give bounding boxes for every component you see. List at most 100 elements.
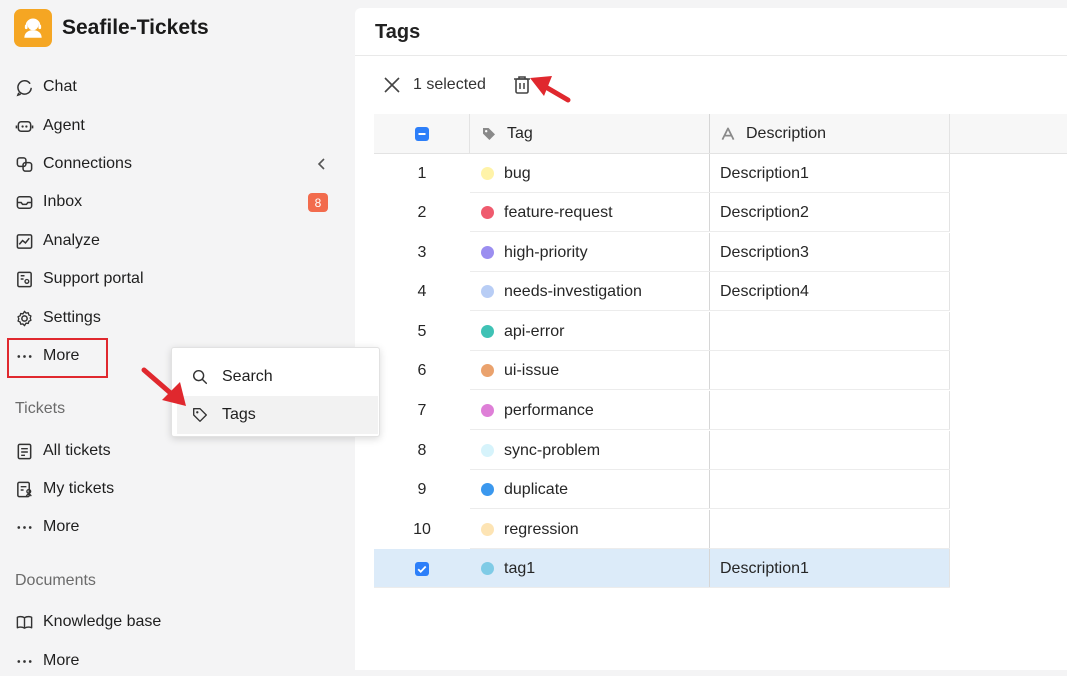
table-row[interactable]: 6 ui-issue <box>374 351 1067 390</box>
table-row[interactable]: 7 performance <box>374 391 1067 430</box>
sidebar-item-support-portal[interactable]: Support portal <box>14 264 334 294</box>
tag-name: sync-problem <box>504 441 601 459</box>
tag-cell[interactable]: duplicate <box>470 470 710 509</box>
selection-toolbar: 1 selected <box>383 72 530 98</box>
table-row-selected[interactable]: tag1 Description1 <box>374 549 950 588</box>
description-cell[interactable] <box>710 312 950 351</box>
tag-name: needs-investigation <box>504 282 642 300</box>
select-all-cell[interactable] <box>374 114 470 154</box>
table-row[interactable]: 5 api-error <box>374 312 1067 351</box>
tag-color-dot <box>481 364 494 377</box>
tag-color-dot <box>481 325 494 338</box>
sidebar-item-label: Analyze <box>43 232 100 249</box>
tag-color-dot <box>481 444 494 457</box>
text-type-icon <box>720 126 737 143</box>
row-index: 10 <box>413 520 431 538</box>
row-index: 1 <box>417 164 427 182</box>
section-label-documents: Documents <box>15 572 96 589</box>
row-index: 9 <box>417 480 427 498</box>
tag-color-dot <box>481 206 494 219</box>
sidebar-item-label: Settings <box>43 309 101 326</box>
close-icon[interactable] <box>383 76 401 94</box>
tag-name: feature-request <box>504 203 613 221</box>
sidebar-item-chat[interactable]: Chat <box>14 72 334 102</box>
sidebar-item-all-tickets[interactable]: All tickets <box>14 436 334 466</box>
description-cell[interactable] <box>710 470 950 509</box>
description-cell[interactable]: Description1 <box>710 549 950 588</box>
tag-cell[interactable]: regression <box>470 510 710 549</box>
tag-name: tag1 <box>504 559 536 577</box>
description-cell[interactable] <box>710 351 950 390</box>
tag-cell[interactable]: performance <box>470 391 710 430</box>
divider <box>374 587 950 588</box>
tag-name: performance <box>504 401 594 419</box>
table-row[interactable]: 8 sync-problem <box>374 431 1067 470</box>
row-index: 3 <box>417 243 427 261</box>
table-row[interactable]: 3 high-priority Description3 <box>374 233 1067 272</box>
column-header-tag[interactable]: Tag <box>470 114 710 154</box>
description-cell[interactable]: Description2 <box>710 193 950 232</box>
highlight-box <box>7 338 108 378</box>
tag-color-dot <box>481 404 494 417</box>
description-cell[interactable] <box>710 391 950 430</box>
sidebar-item-documents-more[interactable]: More <box>14 646 334 676</box>
row-index: 2 <box>417 203 427 221</box>
section-label-tickets: Tickets <box>15 400 66 417</box>
description-cell[interactable] <box>710 431 950 470</box>
chat-icon <box>14 77 34 97</box>
sidebar-item-my-tickets[interactable]: My tickets <box>14 474 334 504</box>
table-row[interactable]: 1 bug Description1 <box>374 154 1067 193</box>
sidebar-item-label: Connections <box>43 155 132 172</box>
tag-name: regression <box>504 520 579 538</box>
menu-item-label: Tags <box>222 406 256 423</box>
sidebar-item-agent[interactable]: Agent <box>14 111 334 141</box>
tag-cell[interactable]: tag1 <box>470 549 710 588</box>
description-cell[interactable]: Description3 <box>710 233 950 272</box>
page-title: Tags <box>375 21 421 43</box>
table-row[interactable]: 2 feature-request Description2 <box>374 193 1067 232</box>
sidebar-item-knowledge-base[interactable]: Knowledge base <box>14 607 334 637</box>
tag-color-dot <box>481 246 494 259</box>
description-cell[interactable] <box>710 510 950 549</box>
sidebar-item-connections[interactable]: Connections <box>14 149 334 179</box>
tag-color-dot <box>481 523 494 536</box>
row-index: 6 <box>417 361 427 379</box>
tag-cell[interactable]: high-priority <box>470 233 710 272</box>
sidebar-item-label: Agent <box>43 117 85 134</box>
tag-cell[interactable]: bug <box>470 154 710 193</box>
table-row[interactable]: 4 needs-investigation Description4 <box>374 272 1067 311</box>
sidebar-item-label: Knowledge base <box>43 613 162 630</box>
selected-count: 1 selected <box>413 76 486 93</box>
sidebar-item-label: Support portal <box>43 270 144 287</box>
table-row[interactable]: 10 regression <box>374 510 1067 549</box>
sidebar-item-analyze[interactable]: Analyze <box>14 226 334 256</box>
row-checkbox[interactable] <box>415 561 429 576</box>
table-row[interactable]: 9 duplicate <box>374 470 1067 509</box>
portal-icon <box>14 269 34 289</box>
menu-item-search[interactable]: Search <box>177 358 378 396</box>
description-cell[interactable]: Description4 <box>710 272 950 311</box>
connections-icon <box>14 154 34 174</box>
sidebar-item-settings[interactable]: Settings <box>14 303 334 333</box>
row-select-cell[interactable] <box>374 549 470 588</box>
table-header: Tag Description <box>374 114 1067 154</box>
gear-icon <box>14 308 34 328</box>
tag-name: ui-issue <box>504 361 560 379</box>
row-index: 7 <box>417 401 427 419</box>
chevron-left-icon[interactable] <box>316 156 328 172</box>
tag-color-dot <box>481 285 494 298</box>
tag-cell[interactable]: ui-issue <box>470 351 710 390</box>
tag-name: api-error <box>504 322 565 340</box>
tag-cell[interactable]: needs-investigation <box>470 272 710 311</box>
tag-cell[interactable]: feature-request <box>470 193 710 232</box>
sidebar-item-label: More <box>43 518 80 535</box>
column-header-description[interactable]: Description <box>710 114 950 154</box>
select-all-checkbox[interactable] <box>414 127 429 141</box>
tag-cell[interactable]: sync-problem <box>470 431 710 470</box>
menu-item-tags[interactable]: Tags <box>177 396 378 434</box>
sidebar-item-tickets-more[interactable]: More <box>14 512 334 542</box>
tag-cell[interactable]: api-error <box>470 312 710 351</box>
sidebar-item-inbox[interactable]: Inbox 8 <box>14 187 334 217</box>
description-cell[interactable]: Description1 <box>710 154 950 193</box>
divider <box>470 429 950 430</box>
